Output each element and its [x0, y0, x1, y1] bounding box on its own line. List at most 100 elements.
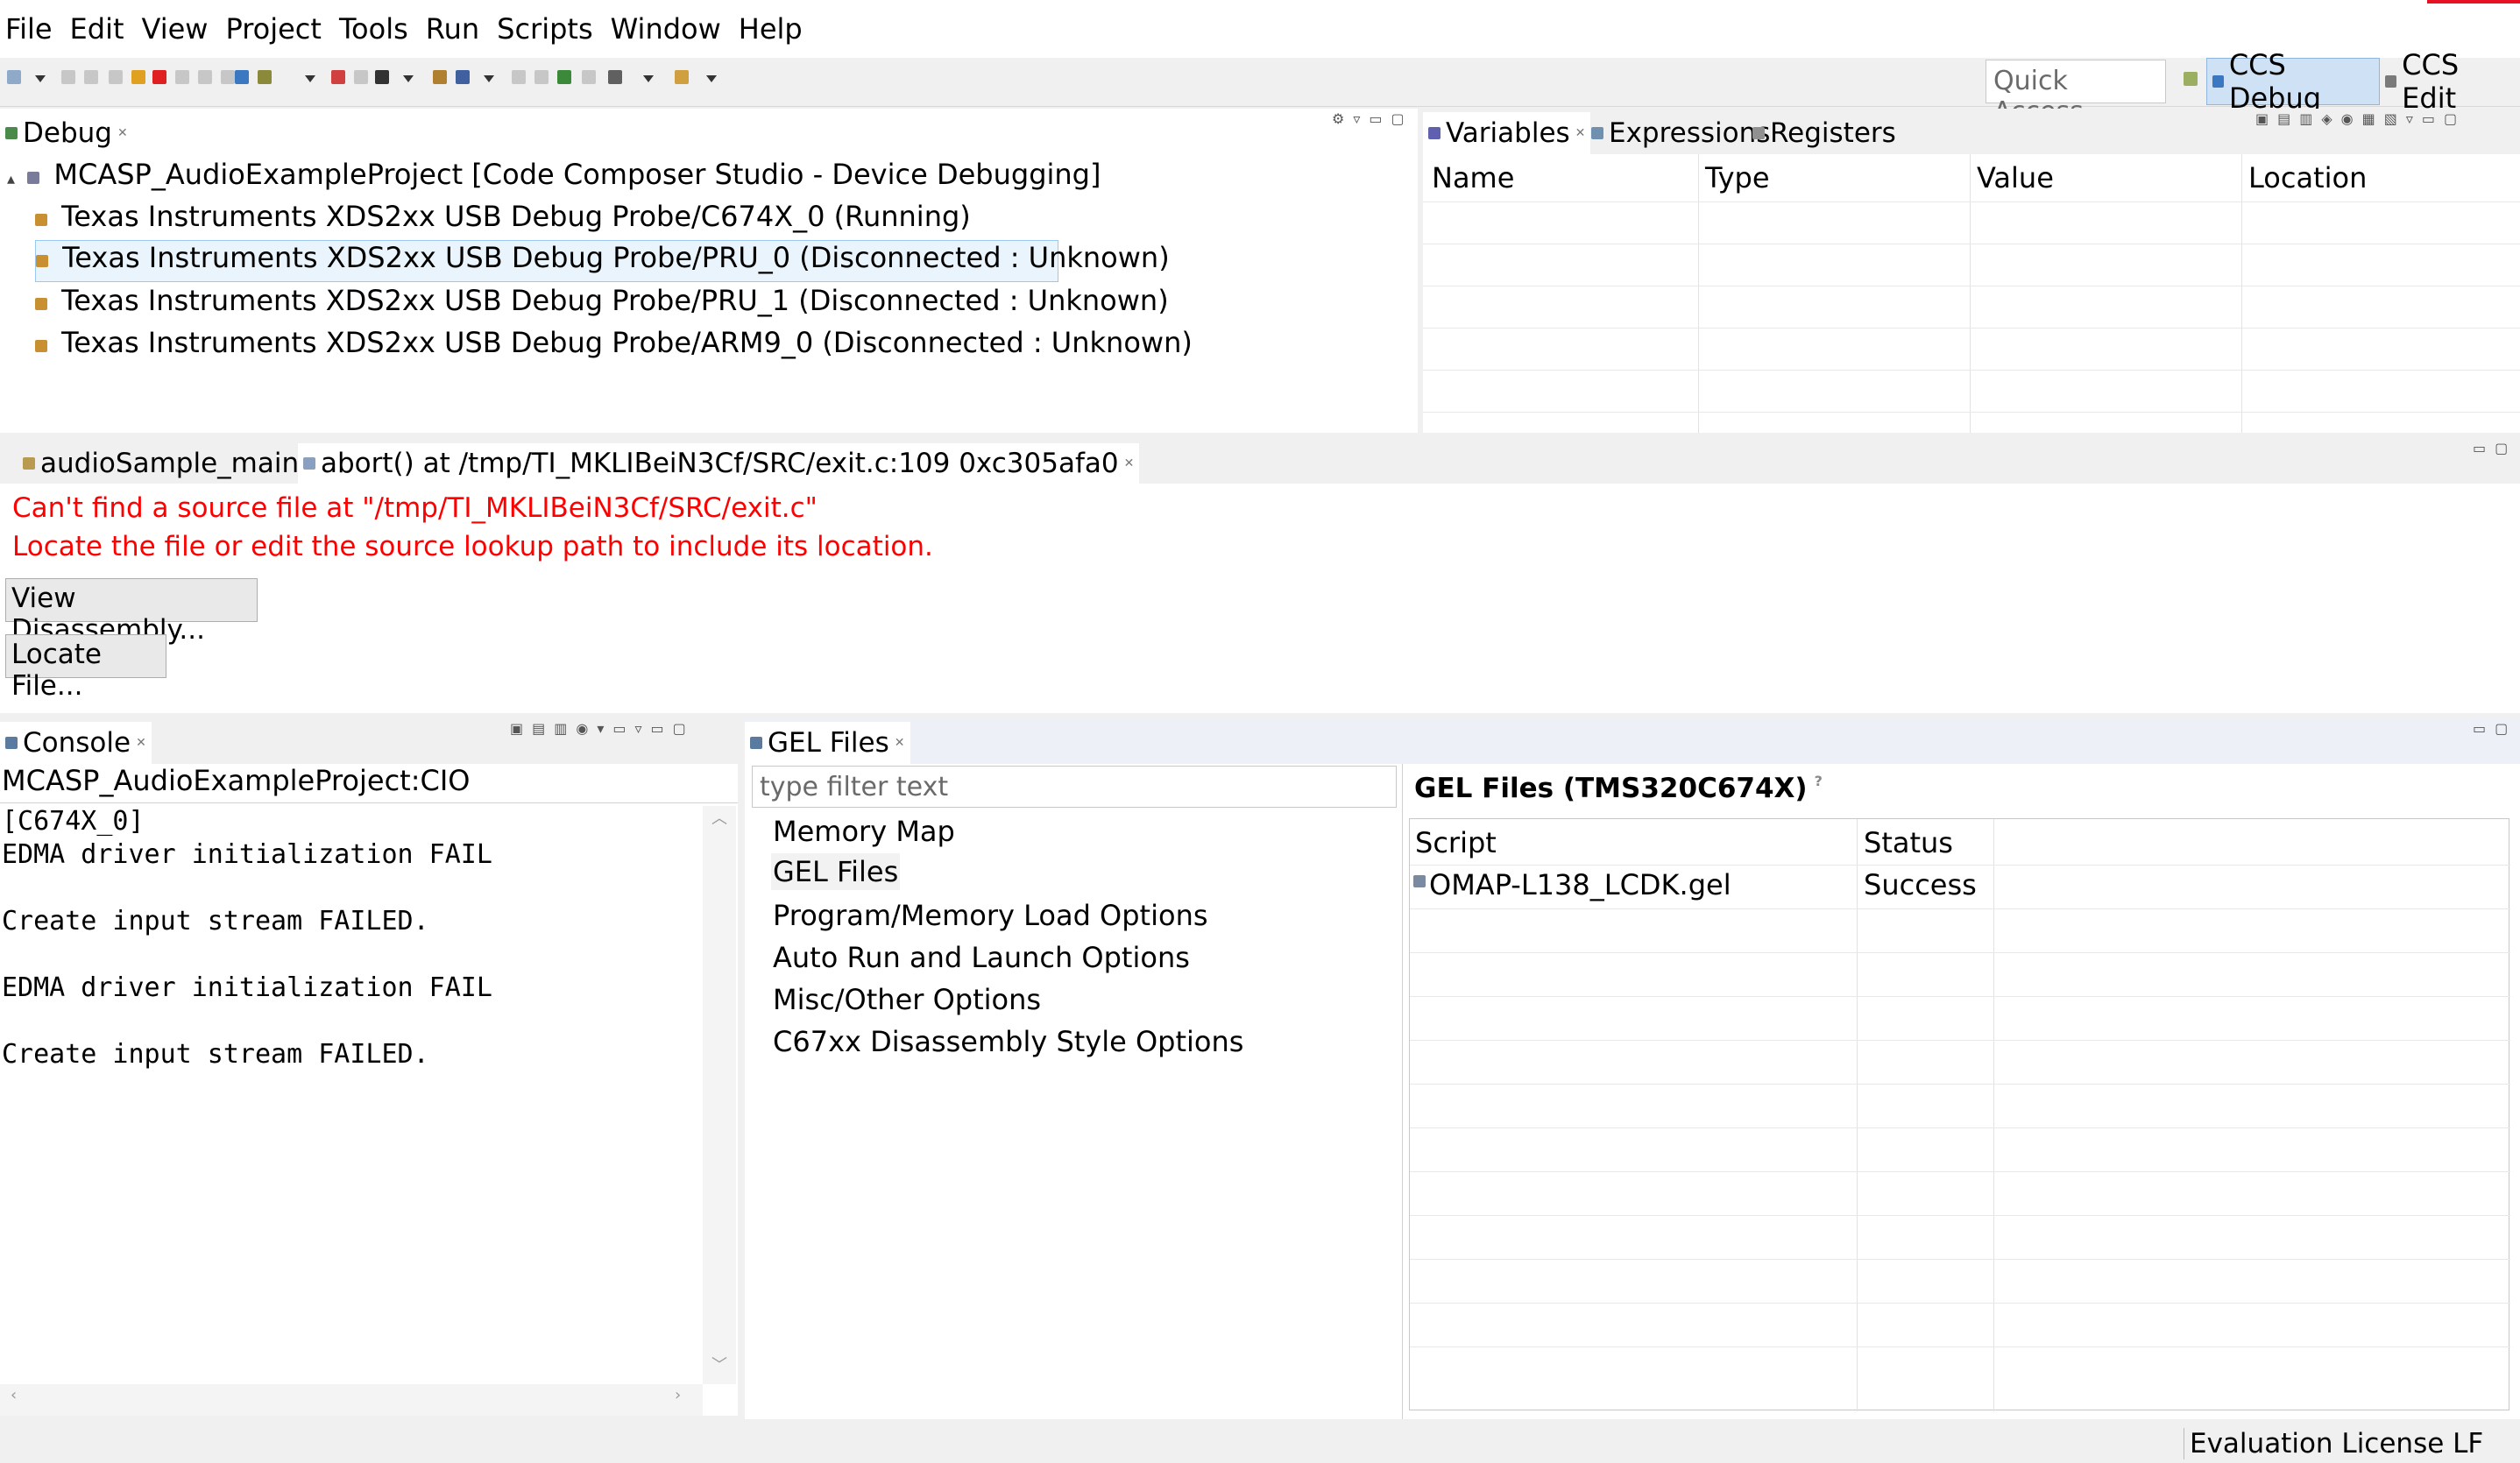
thread-icon — [36, 255, 48, 267]
close-icon[interactable]: ✕ — [1575, 126, 1586, 140]
grid-divider — [1698, 154, 1699, 433]
column-script[interactable]: Script — [1415, 826, 1497, 859]
scroll-right-icon[interactable]: › — [675, 1386, 681, 1404]
new-icon[interactable] — [7, 70, 21, 84]
close-icon[interactable]: ✕ — [117, 126, 128, 140]
tab-variables[interactable]: Variables ✕ — [1423, 112, 1591, 154]
new-dropdown-icon[interactable] — [35, 75, 46, 82]
tree-item-arm9[interactable]: Texas Instruments XDS2xx USB Debug Probe… — [35, 326, 1193, 359]
tab-registers[interactable]: Registers — [1747, 112, 1901, 154]
console-line: Create input stream FAILED. — [2, 906, 429, 936]
scroll-left-icon[interactable]: ‹ — [11, 1386, 17, 1404]
save-icon[interactable] — [61, 70, 75, 84]
view-disassembly-button[interactable]: View Disassembly... — [5, 578, 258, 646]
open-perspective-icon[interactable] — [2184, 72, 2198, 86]
gel-split-divider[interactable] — [1402, 764, 1403, 1419]
grid-row-line — [1410, 1127, 2510, 1128]
nav-misc-other[interactable]: Misc/Other Options — [773, 983, 1041, 1016]
connect-target-icon[interactable] — [235, 70, 249, 84]
step-return-icon[interactable] — [221, 70, 235, 84]
debug-view-controls[interactable]: ⚙▿▭▢ — [1332, 110, 1413, 127]
collapse-chevron-icon[interactable]: ▴ — [7, 170, 15, 188]
grid-row-line — [1410, 952, 2510, 953]
skip-breakpoints-icon[interactable] — [354, 70, 368, 84]
menu-edit[interactable]: Edit — [68, 12, 126, 46]
menu-scripts[interactable]: Scripts — [495, 12, 594, 46]
settings-dropdown-icon[interactable] — [643, 75, 654, 82]
tree-item-c674x[interactable]: Texas Instruments XDS2xx USB Debug Probe… — [35, 200, 971, 233]
close-icon[interactable]: ✕ — [136, 736, 146, 750]
resume-icon[interactable] — [109, 70, 123, 84]
pencil-dropdown-icon[interactable] — [706, 75, 717, 82]
launch-dropdown-icon[interactable] — [484, 75, 494, 82]
layout-icon[interactable] — [582, 70, 596, 84]
menu-run[interactable]: Run — [424, 12, 481, 46]
tree-project[interactable]: ▴ MCASP_AudioExampleProject [Code Compos… — [7, 158, 1101, 191]
tab-audio-sample-main[interactable]: audioSample_main.c — [18, 443, 328, 484]
console-horizontal-scrollbar[interactable]: ‹ › — [0, 1384, 703, 1416]
tab-gel-files[interactable]: GEL Files ✕ — [745, 722, 910, 764]
debug-launch-icon[interactable] — [456, 70, 470, 84]
column-status[interactable]: Status — [1864, 826, 1953, 859]
suspend-icon[interactable] — [131, 70, 145, 84]
license-status[interactable]: Evaluation License LF — [2184, 1428, 2483, 1459]
build-icon[interactable] — [433, 70, 447, 84]
menu-window[interactable]: Window — [609, 12, 723, 46]
source-not-found-message: Can't find a source file at "/tmp/TI_MKL… — [12, 492, 818, 524]
tab-debug[interactable]: Debug ✕ — [0, 112, 133, 154]
menu-project[interactable]: Project — [223, 12, 322, 46]
filter-input[interactable]: type filter text — [752, 766, 1397, 808]
pencil-icon[interactable] — [675, 70, 689, 84]
quick-access-input[interactable]: Quick Access — [1986, 60, 2166, 127]
project-debug-icon — [27, 172, 40, 184]
table-row[interactable]: OMAP-L138_LCDK.gel Success — [1410, 865, 2510, 908]
tree-item-pru1[interactable]: Texas Instruments XDS2xx USB Debug Probe… — [35, 284, 1169, 317]
search-icon[interactable] — [557, 70, 571, 84]
console-controls[interactable]: ▣▤▥◉▾▭▿▭▢ — [510, 720, 695, 737]
menu-help[interactable]: Help — [737, 12, 804, 46]
menu-tools[interactable]: Tools — [337, 12, 410, 46]
console-vertical-scrollbar[interactable]: ︿ ﹀ — [703, 806, 736, 1384]
tree-item-pru0[interactable]: Texas Instruments XDS2xx USB Debug Probe… — [35, 240, 1170, 282]
debug-dropdown-icon[interactable] — [305, 75, 315, 82]
step-into-icon[interactable] — [175, 70, 189, 84]
menu-view[interactable]: View — [140, 12, 210, 46]
grid-divider — [2241, 154, 2242, 433]
help-icon[interactable]: ? — [1815, 773, 1823, 789]
gear-icon[interactable] — [608, 70, 622, 84]
tab-abort-exit[interactable]: abort() at /tmp/TI_MKLIBeiN3Cf/SRC/exit.… — [298, 443, 1140, 484]
variables-view-controls[interactable]: ▣▤▥◈◉▦▧▿▭▢ — [2255, 110, 2466, 127]
expressions-icon — [1591, 127, 1603, 139]
scroll-up-icon[interactable]: ︿ — [711, 806, 727, 829]
perspective-ccs-edit[interactable]: CCS Edit — [2380, 48, 2520, 115]
gel-view-controls[interactable]: ▭▢ — [2473, 720, 2516, 737]
breakpoint-icon[interactable] — [331, 70, 345, 84]
target-dropdown-icon[interactable] — [403, 75, 414, 82]
perspective-ccs-debug[interactable]: CCS Debug — [2206, 48, 2380, 115]
nav-memory-map[interactable]: Memory Map — [773, 815, 955, 848]
close-icon[interactable]: ✕ — [895, 736, 905, 750]
column-value[interactable]: Value — [1977, 161, 2054, 194]
restart-icon[interactable] — [258, 70, 272, 84]
gel-icon — [750, 737, 762, 749]
editor-controls[interactable]: ▭▢ — [2473, 440, 2516, 456]
refresh-icon[interactable] — [534, 70, 549, 84]
column-type[interactable]: Type — [1705, 161, 1770, 194]
close-icon[interactable]: ✕ — [1124, 456, 1135, 470]
ccs-edit-icon — [2385, 75, 2397, 88]
tab-console[interactable]: Console ✕ — [0, 722, 152, 764]
scroll-down-icon[interactable]: ﹀ — [711, 1353, 727, 1375]
nav-auto-run-launch[interactable]: Auto Run and Launch Options — [773, 941, 1190, 974]
menu-file[interactable]: File — [4, 12, 54, 46]
column-location[interactable]: Location — [2248, 161, 2367, 194]
nav-program-memory-load[interactable]: Program/Memory Load Options — [773, 899, 1208, 932]
terminate-icon[interactable] — [152, 70, 166, 84]
step-over-icon[interactable] — [198, 70, 212, 84]
debug-target-icon[interactable] — [375, 70, 389, 84]
save-all-icon[interactable] — [84, 70, 98, 84]
nav-gel-files[interactable]: GEL Files — [771, 853, 901, 890]
nav-disassembly-style[interactable]: C67xx Disassembly Style Options — [773, 1025, 1243, 1058]
locate-file-button[interactable]: Locate File... — [5, 634, 166, 702]
column-name[interactable]: Name — [1432, 161, 1514, 194]
memory-icon[interactable] — [512, 70, 526, 84]
